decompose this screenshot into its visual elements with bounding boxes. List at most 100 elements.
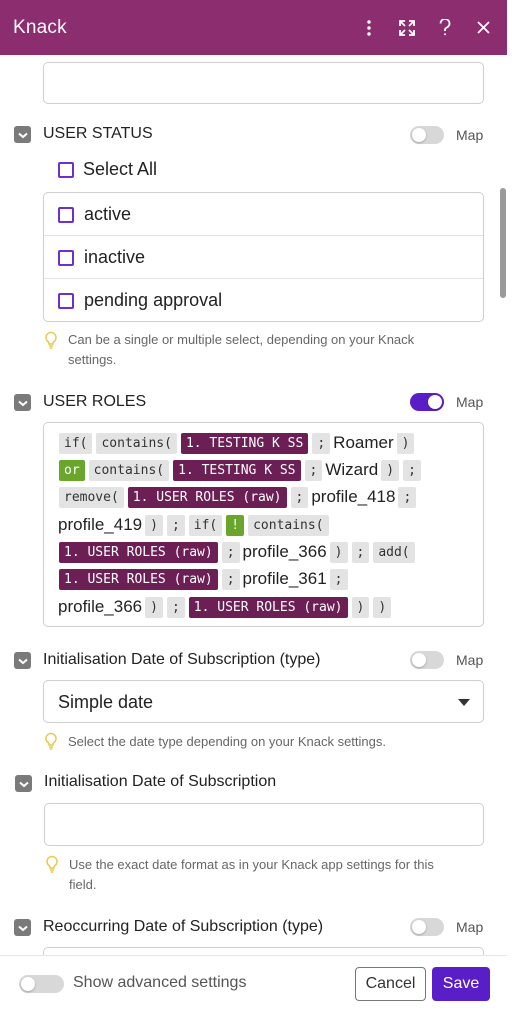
reoccur-date-type-label: Reoccurring Date of Subscription (type) — [43, 918, 324, 935]
advanced-settings-toggle[interactable] — [19, 975, 64, 993]
panel-content: USER STATUS Map Select All active inacti… — [0, 55, 507, 990]
panel-footer: Show advanced settings Cancel Save — [0, 955, 507, 1024]
sep-semicolon[interactable]: ; — [166, 514, 185, 536]
option-divider — [44, 235, 483, 236]
reoccur-date-type-map-toggle[interactable] — [410, 918, 444, 936]
outer-scrollbar-track — [507, 0, 530, 1024]
user-status-hint: Can be a single or multiple select, depe… — [68, 330, 488, 370]
user-roles-label: USER ROLES — [43, 393, 147, 410]
init-date-type-select[interactable]: Simple date — [43, 680, 484, 723]
advanced-settings-label: Show advanced settings — [73, 974, 247, 991]
close-paren[interactable]: ) — [381, 459, 400, 481]
more-vertical-icon[interactable] — [359, 18, 379, 38]
var-testing-k-ss[interactable]: 1. TESTING K SS — [180, 432, 309, 454]
select-all-label: Select All — [83, 159, 158, 179]
scrollbar-thumb[interactable] — [500, 188, 506, 298]
formula-line-6: 1. USER ROLES (raw) ; profile_361 ; — [57, 567, 350, 591]
fn-contains[interactable]: contains( — [88, 459, 170, 481]
close-paren[interactable]: ) — [145, 596, 163, 618]
chevron-down-icon — [458, 699, 470, 706]
init-date-input[interactable] — [44, 803, 484, 846]
close-paren[interactable]: ) — [396, 432, 415, 454]
expand-icon[interactable] — [397, 18, 417, 38]
fn-remove[interactable]: remove( — [59, 486, 124, 508]
lightbulb-icon — [45, 331, 57, 349]
toggle-knob — [412, 653, 426, 667]
sep-semicolon[interactable]: ; — [351, 541, 370, 563]
panel-title: Knack — [13, 16, 67, 38]
init-date-collapse-checkbox[interactable] — [15, 775, 32, 792]
var-testing-k-ss[interactable]: 1. TESTING K SS — [173, 459, 301, 481]
sep-semicolon[interactable]: ; — [290, 486, 309, 508]
fn-add[interactable]: add( — [373, 541, 415, 563]
var-user-roles-raw[interactable]: 1. USER ROLES (raw) — [127, 486, 287, 508]
close-icon[interactable] — [473, 18, 493, 38]
fn-contains[interactable]: contains( — [96, 432, 177, 454]
user-status-map-label: Map — [456, 127, 484, 143]
toggle-knob — [428, 395, 442, 409]
knack-module-panel: Knack USER STATUS Map Select All active … — [0, 0, 507, 1024]
lightbulb-icon — [46, 855, 58, 873]
op-not[interactable]: ! — [226, 514, 245, 536]
close-paren[interactable]: ) — [351, 596, 370, 618]
sep-semicolon[interactable]: ; — [329, 568, 348, 590]
sep-semicolon[interactable]: ; — [304, 459, 323, 481]
sep-semicolon[interactable]: ; — [166, 596, 185, 618]
text-wizard: Wizard — [325, 460, 379, 479]
user-status-collapse-checkbox[interactable] — [14, 126, 31, 143]
sep-semicolon[interactable]: ; — [403, 459, 421, 481]
option-checkbox-inactive[interactable] — [58, 250, 74, 266]
fn-contains[interactable]: contains( — [248, 514, 329, 536]
user-roles-map-toggle[interactable] — [410, 393, 444, 411]
user-roles-map-label: Map — [456, 394, 484, 410]
user-status-map-toggle[interactable] — [410, 126, 444, 144]
var-user-roles-raw[interactable]: 1. USER ROLES (raw) — [59, 568, 218, 590]
op-or[interactable]: or — [59, 459, 85, 481]
lightbulb-icon — [45, 732, 57, 750]
sep-semicolon[interactable]: ; — [221, 541, 240, 563]
text-profile-366: profile_366 — [242, 542, 327, 561]
formula-line-7: profile_366 ) ; 1. USER ROLES (raw) ) ) — [57, 595, 393, 619]
previous-field-input[interactable] — [43, 62, 484, 104]
close-paren[interactable]: ) — [373, 596, 392, 618]
text-profile-366: profile_366 — [58, 597, 143, 616]
user-status-label: USER STATUS — [43, 125, 153, 142]
init-date-hint: Use the exact date format as in your Kna… — [69, 855, 489, 895]
select-all-checkbox[interactable] — [58, 162, 74, 178]
save-button[interactable]: Save — [432, 967, 490, 1001]
reoccur-date-type-collapse-checkbox[interactable] — [14, 919, 31, 936]
option-label-inactive: inactive — [84, 247, 146, 267]
user-roles-collapse-checkbox[interactable] — [14, 394, 31, 411]
text-profile-361: profile_361 — [242, 569, 327, 588]
init-date-type-selected: Simple date — [58, 692, 154, 712]
close-paren[interactable]: ) — [329, 541, 348, 563]
sep-semicolon[interactable]: ; — [312, 432, 331, 454]
toggle-knob — [412, 920, 426, 934]
fn-if[interactable]: if( — [188, 514, 223, 536]
var-user-roles-raw[interactable]: 1. USER ROLES (raw) — [59, 541, 218, 563]
option-divider — [44, 278, 483, 279]
formula-line-4: profile_419 ) ; if( ! contains( — [57, 513, 331, 537]
toggle-knob — [21, 977, 35, 991]
option-checkbox-active[interactable] — [58, 207, 74, 223]
option-checkbox-pending-approval[interactable] — [58, 293, 74, 309]
option-label-pending-approval: pending approval — [84, 290, 223, 310]
reoccur-date-type-map-label: Map — [456, 919, 484, 935]
init-date-label: Initialisation Date of Subscription — [44, 773, 277, 790]
close-paren[interactable]: ) — [145, 514, 163, 536]
hint-line: Use the exact date format as in your Kna… — [69, 857, 434, 872]
toggle-knob — [412, 128, 426, 142]
panel-header: Knack — [0, 0, 507, 55]
sep-semicolon[interactable]: ; — [221, 568, 240, 590]
init-date-type-label: Initialisation Date of Subscription (typ… — [43, 651, 321, 668]
init-date-type-map-toggle[interactable] — [410, 651, 444, 669]
user-status-options-list: active inactive pending approval — [43, 192, 484, 322]
sep-semicolon[interactable]: ; — [398, 486, 417, 508]
formula-line-1: if( contains( 1. TESTING K SS ; Roamer ) — [57, 431, 416, 455]
hint-line: field. — [69, 877, 97, 892]
var-user-roles-raw[interactable]: 1. USER ROLES (raw) — [188, 596, 348, 618]
fn-if[interactable]: if( — [59, 432, 93, 454]
init-date-type-collapse-checkbox[interactable] — [14, 652, 31, 669]
cancel-button[interactable]: Cancel — [355, 967, 426, 1001]
help-icon[interactable] — [435, 18, 455, 38]
